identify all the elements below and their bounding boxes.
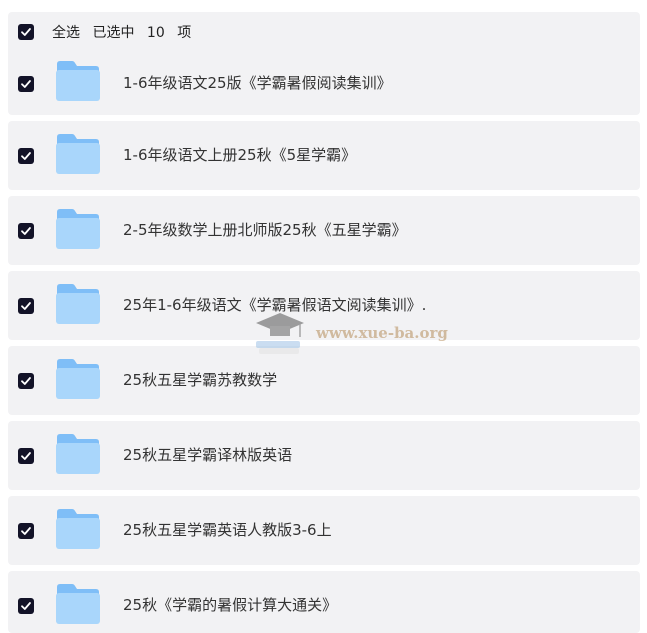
folder-icon — [56, 584, 100, 624]
folder-row[interactable]: 2-5年级数学上册北师版25秋《五星学霸》 — [8, 196, 640, 265]
row-checkbox[interactable] — [18, 223, 34, 239]
selected-prefix: 已选中 — [92, 25, 135, 41]
select-all-label[interactable]: 全选 — [52, 25, 80, 41]
checkmark-icon — [21, 28, 31, 36]
folder-name[interactable]: 1-6年级语文25版《学霸暑假阅读集训》 — [123, 72, 392, 93]
folder-name[interactable]: 25秋五星学霸英语人教版3-6上 — [123, 519, 332, 540]
checkmark-icon — [21, 80, 31, 88]
folder-row[interactable]: 25秋《学霸的暑假计算大通关》 — [8, 571, 640, 633]
row-checkbox[interactable] — [18, 148, 34, 164]
folder-row[interactable]: 25年1-6年级语文《学霸暑假语文阅读集训》. — [8, 271, 640, 340]
checkmark-icon — [21, 527, 31, 535]
folder-row[interactable]: 25秋五星学霸译林版英语 — [8, 421, 640, 490]
folder-icon — [56, 509, 100, 549]
folder-name[interactable]: 25秋五星学霸译林版英语 — [123, 444, 292, 465]
row-checkbox[interactable] — [18, 598, 34, 614]
checkmark-icon — [21, 152, 31, 160]
folder-name[interactable]: 25秋五星学霸苏教数学 — [123, 369, 277, 390]
row-checkbox[interactable] — [18, 448, 34, 464]
selected-suffix: 项 — [177, 25, 192, 41]
checkmark-icon — [21, 602, 31, 610]
folder-name[interactable]: 25年1-6年级语文《学霸暑假语文阅读集训》. — [123, 294, 426, 315]
checkmark-icon — [21, 227, 31, 235]
folder-icon — [56, 61, 100, 101]
select-all-checkbox[interactable] — [18, 24, 34, 40]
folder-icon — [56, 209, 100, 249]
select-all-panel: 全选 已选中 10 项 1-6年级语文25版《学霸暑假阅读集训》 — [8, 12, 640, 115]
folder-row[interactable]: 25秋五星学霸英语人教版3-6上 — [8, 496, 640, 565]
folder-icon — [56, 434, 100, 474]
file-list-page: 全选 已选中 10 项 1-6年级语文25版《学霸暑假阅读集训》 1-6年级语文… — [0, 0, 647, 633]
row-checkbox[interactable] — [18, 523, 34, 539]
selection-summary: 全选 已选中 10 项 — [52, 22, 199, 42]
folder-name[interactable]: 2-5年级数学上册北师版25秋《五星学霸》 — [123, 219, 407, 240]
checkmark-icon — [21, 302, 31, 310]
checkmark-icon — [21, 377, 31, 385]
checkmark-icon — [21, 452, 31, 460]
folder-name[interactable]: 25秋《学霸的暑假计算大通关》 — [123, 594, 337, 615]
row-checkbox[interactable] — [18, 373, 34, 389]
selected-count: 10 — [146, 25, 165, 41]
folder-row[interactable]: 1-6年级语文上册25秋《5星学霸》 — [8, 121, 640, 190]
folder-name[interactable]: 1-6年级语文上册25秋《5星学霸》 — [123, 144, 356, 165]
folder-icon — [56, 284, 100, 324]
folder-row[interactable]: 1-6年级语文25版《学霸暑假阅读集训》 — [8, 54, 640, 115]
row-checkbox[interactable] — [18, 298, 34, 314]
folder-icon — [56, 359, 100, 399]
folder-row[interactable]: 25秋五星学霸苏教数学 — [8, 346, 640, 415]
row-checkbox[interactable] — [18, 76, 34, 92]
folder-icon — [56, 134, 100, 174]
